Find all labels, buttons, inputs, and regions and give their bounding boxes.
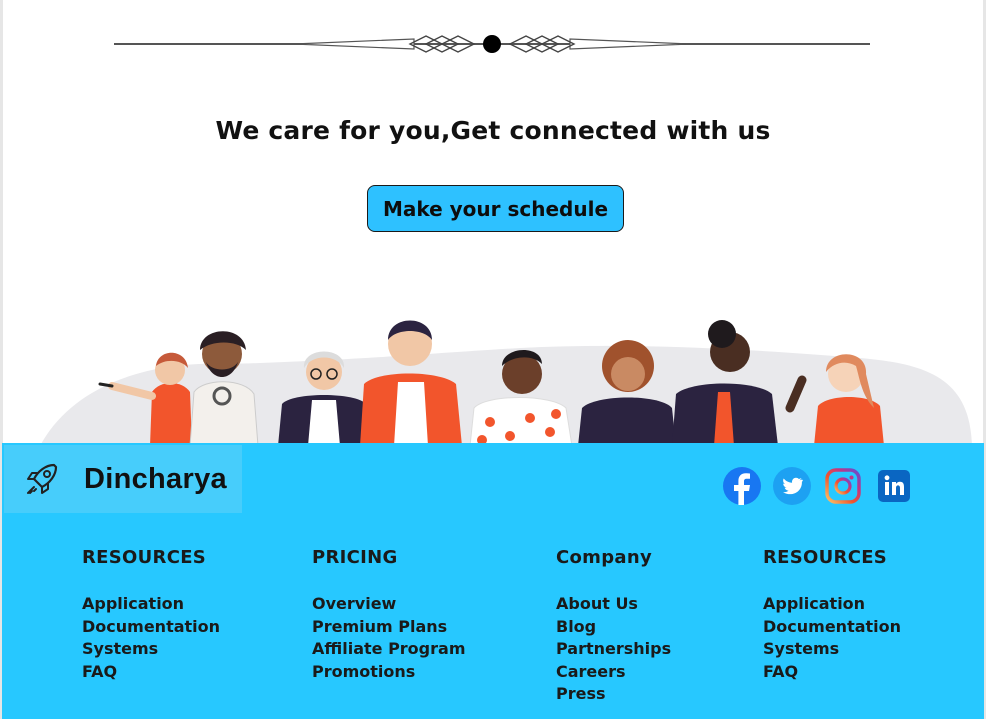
column-heading: PRICING xyxy=(312,547,398,568)
twitter-icon xyxy=(773,467,811,505)
footer-link-partnerships[interactable]: Partnerships xyxy=(556,638,671,661)
column-heading: RESOURCES xyxy=(763,547,888,568)
brand[interactable]: Dincharya xyxy=(4,445,242,513)
footer-link-application[interactable]: Application xyxy=(82,593,220,616)
brand-name: Dincharya xyxy=(84,462,227,495)
footer-link-faq[interactable]: FAQ xyxy=(82,661,220,684)
column-heading: RESOURCES xyxy=(82,547,207,568)
footer-column-company: Company About Us Blog Partnerships Caree… xyxy=(556,547,671,706)
footer-link-systems[interactable]: Systems xyxy=(82,638,220,661)
footer-link-promotions[interactable]: Promotions xyxy=(312,661,465,684)
facebook-link[interactable] xyxy=(723,467,761,505)
hero-headline: We care for you,Get connected with us xyxy=(215,116,771,145)
people-illustration xyxy=(40,320,972,446)
linkedin-icon xyxy=(878,470,910,502)
rocket-icon xyxy=(27,463,58,494)
ornamental-divider xyxy=(114,35,870,53)
twitter-link[interactable] xyxy=(773,467,811,505)
footer-column-resources-2: RESOURCES Application Documentation Syst… xyxy=(763,547,901,683)
footer-link-application[interactable]: Application xyxy=(763,593,901,616)
make-schedule-button[interactable]: Make your schedule xyxy=(367,185,624,232)
footer-column-resources: RESOURCES Application Documentation Syst… xyxy=(82,547,220,683)
footer-column-pricing: PRICING Overview Premium Plans Affiliate… xyxy=(312,547,465,683)
facebook-icon xyxy=(723,467,761,505)
footer-link-blog[interactable]: Blog xyxy=(556,616,671,639)
column-heading: Company xyxy=(556,547,653,568)
footer-link-about-us[interactable]: About Us xyxy=(556,593,671,616)
footer-link-premium-plans[interactable]: Premium Plans xyxy=(312,616,465,639)
footer-link-faq[interactable]: FAQ xyxy=(763,661,901,684)
instagram-icon xyxy=(825,468,861,504)
footer-link-careers[interactable]: Careers xyxy=(556,661,671,684)
footer-link-documentation[interactable]: Documentation xyxy=(763,616,901,639)
footer-link-affiliate-program[interactable]: Affiliate Program xyxy=(312,638,465,661)
footer: Dincharya RESOURCES Application Document… xyxy=(2,443,984,719)
instagram-link[interactable] xyxy=(824,467,862,505)
footer-link-documentation[interactable]: Documentation xyxy=(82,616,220,639)
footer-link-systems[interactable]: Systems xyxy=(763,638,901,661)
linkedin-link[interactable] xyxy=(875,467,913,505)
footer-link-overview[interactable]: Overview xyxy=(312,593,465,616)
footer-link-press[interactable]: Press xyxy=(556,683,671,706)
